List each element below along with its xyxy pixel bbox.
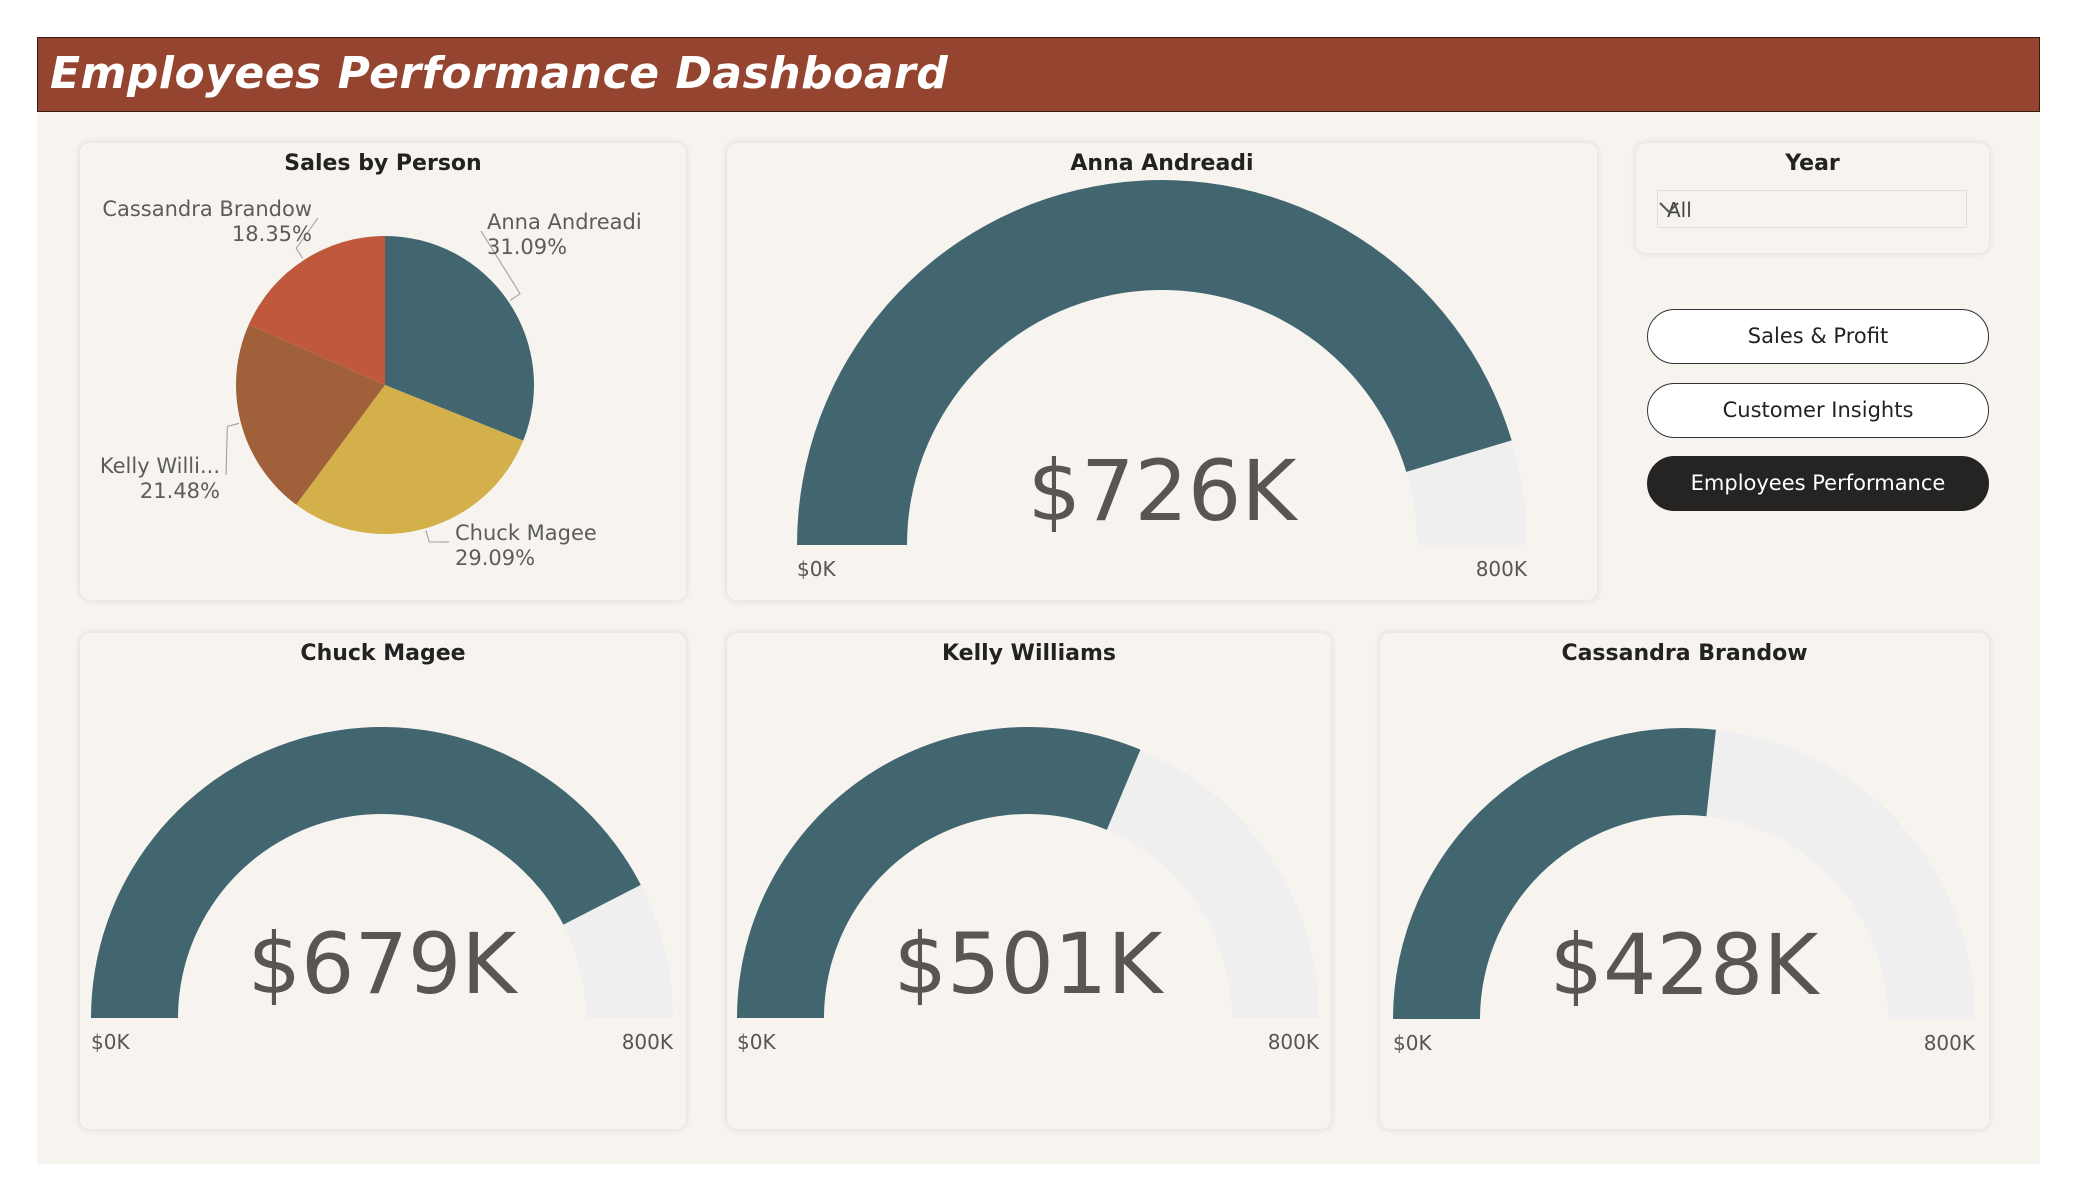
pie-percent-label: 21.48%: [140, 479, 220, 503]
gauge-card-kelly-williams[interactable]: Kelly Williams $501K $0K 800K: [727, 633, 1331, 1129]
gauge-value: $679K: [248, 915, 519, 1013]
gauge-card-anna-andreadi[interactable]: Anna Andreadi $726K $0K 800K: [727, 143, 1597, 600]
year-dropdown[interactable]: All: [1657, 190, 1967, 228]
gauge-chart[interactable]: $428K $0K 800K: [1380, 633, 1989, 1129]
gauge-min-label: $0K: [1393, 1031, 1432, 1055]
gauge-min-label: $0K: [797, 557, 836, 581]
pie-category-label: Kelly Willi...: [100, 454, 220, 478]
gauge-value: $501K: [894, 915, 1165, 1013]
pie-category-label: Chuck Magee: [455, 521, 597, 545]
page-title: Employees Performance Dashboard: [50, 48, 949, 99]
gauge-chart[interactable]: $726K $0K 800K: [727, 143, 1597, 600]
gauge-max-label: 800K: [622, 1030, 674, 1054]
sales-by-person-card[interactable]: Sales by Person Anna Andreadi 31.09% Chuck…: [80, 143, 686, 600]
gauge-max-label: 800K: [1924, 1031, 1976, 1055]
pie-leader-line: [425, 530, 450, 543]
sales-profit-button[interactable]: Sales & Profit: [1647, 309, 1989, 364]
pie-percent-label: 18.35%: [232, 222, 312, 246]
gauge-max-label: 800K: [1268, 1030, 1320, 1054]
gauge-max-label: 800K: [1476, 557, 1528, 581]
gauge-min-label: $0K: [737, 1030, 776, 1054]
gauge-chart[interactable]: $679K $0K 800K: [80, 633, 686, 1129]
gauge-card-chuck-magee[interactable]: Chuck Magee $679K $0K 800K: [80, 633, 686, 1129]
gauge-value: $726K: [1028, 442, 1299, 540]
gauge-min-label: $0K: [91, 1030, 130, 1054]
pie-category-label: Cassandra Brandow: [102, 197, 312, 221]
pie-percent-label: 29.09%: [455, 546, 535, 570]
pie-percent-label: 31.09%: [487, 235, 567, 259]
gauge-card-cassandra-brandow[interactable]: Cassandra Brandow $428K $0K 800K: [1380, 633, 1989, 1129]
gauge-chart[interactable]: $501K $0K 800K: [727, 633, 1331, 1129]
year-filter-label: Year: [1785, 151, 1840, 176]
pie-category-label: Anna Andreadi: [487, 210, 642, 234]
customer-insights-button[interactable]: Customer Insights: [1647, 383, 1989, 438]
title-bar: Employees Performance Dashboard: [37, 37, 2040, 112]
sales-by-person-pie-chart[interactable]: Anna Andreadi31.09% Chuck Magee29.09% Kell…: [80, 143, 686, 600]
year-filter-card: Year All: [1636, 143, 1989, 253]
chevron-down-icon: [1659, 202, 1679, 214]
employees-performance-button[interactable]: Employees Performance: [1647, 456, 1989, 511]
gauge-value: $428K: [1550, 916, 1821, 1014]
pie-leader-line: [225, 422, 240, 476]
